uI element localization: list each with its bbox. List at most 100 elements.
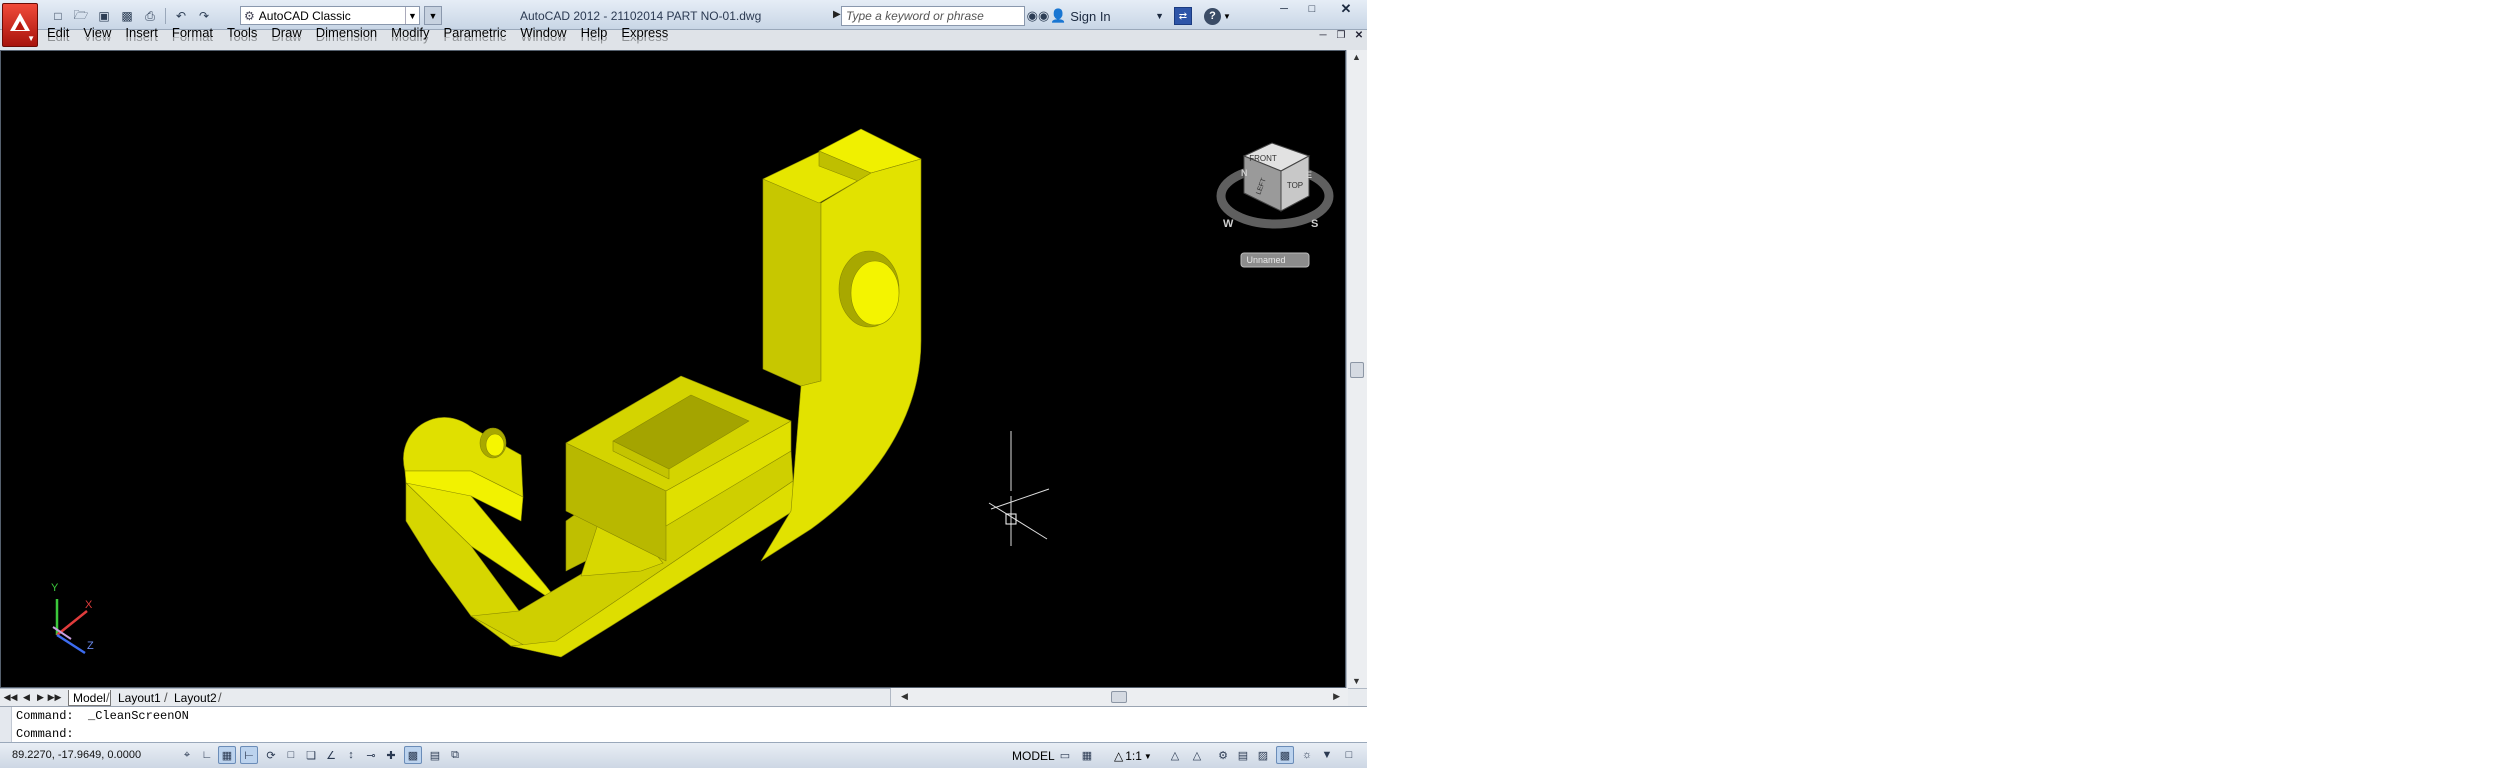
plot-icon[interactable]: ⎙ (140, 7, 160, 25)
window-minimize-button[interactable]: ─ (1270, 0, 1298, 17)
chevron-down-icon: ▼ (1223, 11, 1231, 21)
command-line[interactable]: Command: _CleanScreenON Command: (0, 706, 1367, 743)
isolate-objects-icon[interactable]: ▩ (1276, 746, 1294, 764)
window-close-button[interactable]: ✕ (1328, 0, 1364, 17)
menu-help[interactable]: Help (574, 25, 615, 40)
command-history: Command: _CleanScreenON (16, 709, 189, 723)
quick-view-layouts-icon[interactable]: ▭ (1056, 746, 1074, 764)
next-tab-icon[interactable]: ▶ (34, 691, 47, 704)
annotation-scale-icon: △ (1114, 749, 1124, 763)
customize-toolbar-button[interactable]: ▼ (424, 6, 442, 25)
binoculars-icon[interactable]: ◉◉ (1027, 6, 1050, 26)
first-tab-icon[interactable]: ◀◀ (4, 691, 18, 704)
horizontal-scrollbar[interactable]: ◀ ▶ (890, 688, 1348, 706)
ucs-x-label: X (85, 599, 93, 611)
workspace-switching-icon[interactable]: ⚙ (1214, 746, 1232, 764)
save-icon[interactable]: ▣ (94, 7, 114, 25)
transparency-icon[interactable]: ▩ (404, 746, 422, 764)
menu-bar: Edit View Insert Format Tools Draw Dimen… (40, 24, 675, 41)
lineweight-icon[interactable]: ✚ (382, 746, 400, 764)
menu-window[interactable]: Window (513, 25, 573, 40)
last-tab-icon[interactable]: ▶▶ (48, 691, 62, 704)
lock-ui-icon[interactable]: ▤ (1234, 746, 1252, 764)
hardware-acceleration-icon[interactable]: ▨ (1254, 746, 1272, 764)
chevron-down-icon: ▼ (1143, 751, 1152, 761)
scroll-left-icon[interactable]: ◀ (901, 691, 908, 702)
viewcube-compass-s: S (1311, 218, 1318, 230)
annotation-scale-button[interactable]: △ 1:1 ▼ (1114, 747, 1152, 765)
yellow-3d-part[interactable] (403, 128, 922, 658)
chevron-down-icon: ▼ (405, 7, 419, 24)
ucs-z-label: Z (87, 640, 94, 652)
ortho-mode-icon[interactable]: ⊢ (240, 746, 258, 764)
object-snap-icon[interactable]: □ (282, 746, 300, 764)
scroll-right-icon[interactable]: ▶ (1333, 691, 1340, 702)
lightbulb-icon[interactable]: ☼ (1298, 746, 1316, 764)
document-close-button[interactable]: ✕ (1352, 28, 1366, 42)
snap-mode-icon[interactable]: ∟ (198, 746, 216, 764)
scroll-down-icon[interactable]: ▼ (1352, 676, 1361, 686)
new-icon[interactable]: □ (48, 7, 68, 25)
document-minimize-button[interactable]: ─ (1316, 28, 1330, 42)
tab-layout1[interactable]: Layout1 (114, 690, 165, 706)
search-input[interactable] (841, 6, 1025, 26)
coordinates-readout[interactable]: 89.2270, -17.9649, 0.0000 (12, 749, 141, 761)
annotation-visibility-icon[interactable]: △ (1166, 746, 1184, 764)
3d-object-snap-icon[interactable]: ❏ (302, 746, 320, 764)
status-bar: 89.2270, -17.9649, 0.0000 ⌖ ∟ ▦ ⊢ ⟳ □ ❏ … (0, 742, 1367, 768)
selection-cycling-icon[interactable]: ⧉ (446, 746, 464, 764)
exchange-icon[interactable]: ⇄ (1174, 7, 1192, 25)
clean-screen-icon[interactable]: □ (1340, 746, 1358, 764)
scroll-thumb[interactable] (1111, 691, 1127, 703)
search-expand-icon[interactable]: ▶ (833, 9, 841, 20)
object-snap-tracking-icon[interactable]: ∠ (322, 746, 340, 764)
tab-layout2[interactable]: Layout2 (170, 690, 221, 706)
menu-dimension[interactable]: Dimension (309, 25, 384, 40)
gear-icon: ⚙ (244, 8, 255, 23)
menu-tools[interactable]: Tools (220, 25, 264, 40)
viewcube[interactable]: FRONT TOP LEFT N E S W Unnamed (1216, 142, 1334, 268)
tab-model[interactable]: Model (68, 690, 111, 706)
dynamic-input-icon[interactable]: ⊸ (362, 746, 380, 764)
command-prompt[interactable]: Command: (16, 727, 74, 741)
annotation-scale-label: 1:1 (1125, 749, 1142, 763)
tab-divider: / (106, 690, 110, 705)
prev-tab-icon[interactable]: ◀ (20, 691, 33, 704)
ucs-y-label: Y (51, 582, 59, 594)
command-line-grip[interactable] (0, 707, 12, 743)
infer-constraints-icon[interactable]: ⌖ (178, 746, 196, 764)
open-icon[interactable]: 🗁 (71, 7, 91, 25)
quick-view-drawings-icon[interactable]: ▦ (1078, 746, 1096, 764)
polar-tracking-icon[interactable]: ⟳ (262, 746, 280, 764)
toolbar-separator (165, 8, 166, 24)
menu-edit[interactable]: Edit (40, 25, 76, 40)
scroll-thumb[interactable] (1350, 362, 1364, 378)
chevron-down-icon[interactable]: ▼ (1318, 746, 1336, 764)
document-restore-button[interactable]: ❐ (1334, 28, 1348, 42)
auto-scale-icon[interactable]: △ (1188, 746, 1206, 764)
drawing-area[interactable]: FRONT TOP LEFT N E S W Unnamed Y X Z (0, 50, 1346, 688)
scroll-up-icon[interactable]: ▲ (1352, 52, 1361, 62)
ucs-icon: Y X Z (51, 582, 94, 655)
menu-draw[interactable]: Draw (264, 25, 308, 40)
dynamic-ucs-icon[interactable]: ↕ (342, 746, 360, 764)
undo-icon[interactable]: ↶ (171, 7, 191, 25)
grid-display-icon[interactable]: ▦ (218, 746, 236, 764)
application-menu-button[interactable]: ▼ (2, 3, 38, 47)
help-button[interactable]: ? ▼ (1204, 6, 1236, 26)
workspace-dropdown[interactable]: ⚙ AutoCAD Classic ▼ (240, 6, 420, 25)
menu-view[interactable]: View (76, 25, 118, 40)
quick-properties-icon[interactable]: ▤ (426, 746, 444, 764)
save-as-icon[interactable]: ▩ (117, 7, 137, 25)
help-icon: ? (1204, 7, 1221, 25)
sign-in-button[interactable]: 👤 Sign In ▼ (1050, 6, 1168, 26)
menu-parametric[interactable]: Parametric (436, 25, 513, 40)
redo-icon[interactable]: ↷ (194, 7, 214, 25)
window-maximize-button[interactable]: □ (1298, 0, 1326, 17)
vertical-scrollbar[interactable]: ▲ ▼ (1346, 50, 1367, 688)
model-space-button[interactable]: MODEL (1010, 747, 1057, 765)
menu-format[interactable]: Format (165, 25, 220, 40)
menu-insert[interactable]: Insert (118, 25, 165, 40)
menu-modify[interactable]: Modify (384, 25, 436, 40)
menu-express[interactable]: Express (614, 25, 675, 40)
